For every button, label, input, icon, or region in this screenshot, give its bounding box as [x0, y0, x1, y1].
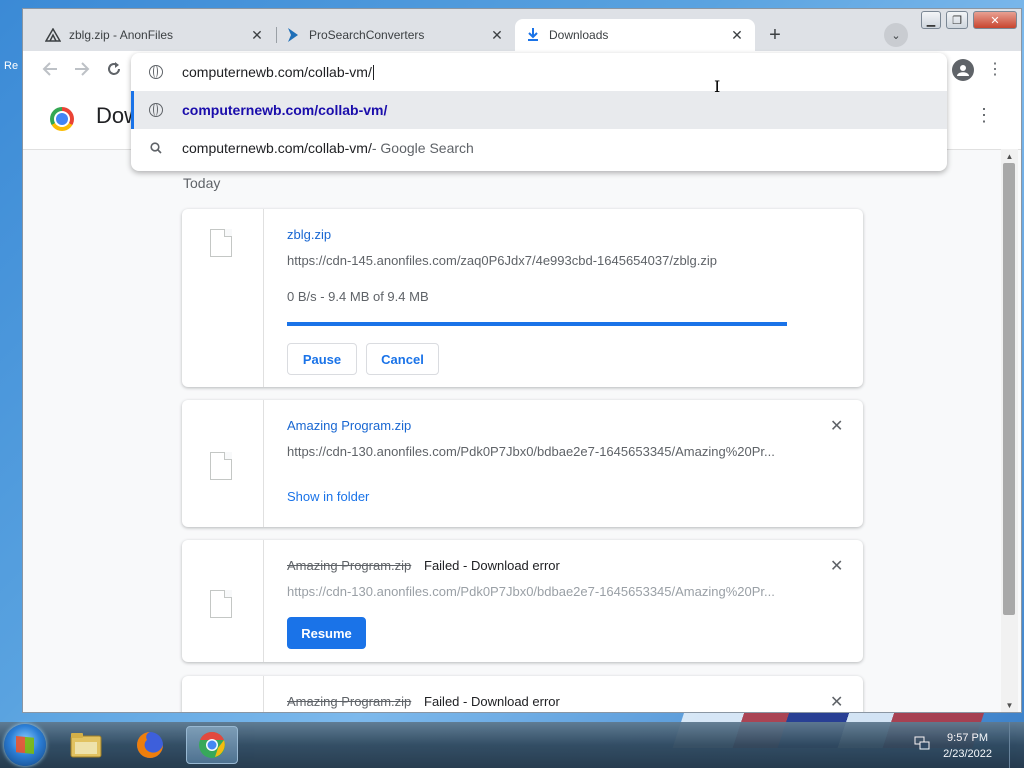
search-icon	[148, 140, 164, 156]
pause-button[interactable]: Pause	[287, 343, 357, 375]
prosearch-icon	[285, 27, 301, 43]
globe-icon	[148, 102, 164, 118]
download-progress-text: 0 B/s - 9.4 MB of 9.4 MB	[287, 289, 429, 304]
maximize-button[interactable]: ❐	[946, 11, 968, 29]
cancel-button[interactable]: Cancel	[366, 343, 439, 375]
new-tab-button[interactable]: +	[763, 23, 787, 47]
chrome-window: zblg.zip - AnonFiles ✕ ProSearchConverte…	[22, 8, 1022, 713]
resume-button[interactable]: Resume	[287, 617, 366, 649]
download-status: Failed - Download error	[424, 558, 560, 573]
chrome-icon[interactable]	[186, 726, 238, 764]
close-icon[interactable]: ✕	[249, 27, 265, 43]
tab-downloads[interactable]: Downloads ✕	[515, 19, 755, 51]
back-button[interactable]	[40, 59, 60, 79]
tab-anonfiles[interactable]: zblg.zip - AnonFiles ✕	[35, 19, 275, 51]
tab-title: ProSearchConverters	[309, 28, 425, 42]
explorer-icon[interactable]	[60, 726, 112, 764]
page-menu-button[interactable]: ⋮	[975, 105, 993, 126]
scroll-up-arrow-icon[interactable]: ▲	[1001, 149, 1018, 163]
download-url: https://cdn-130.anonfiles.com/Pdk0P7Jbx0…	[287, 584, 775, 599]
tab-strip: zblg.zip - AnonFiles ✕ ProSearchConverte…	[23, 9, 1021, 51]
download-filename-link[interactable]: zblg.zip	[287, 227, 331, 242]
omnibox-dropdown: computernewb.com/collab-vm/ computernewb…	[131, 53, 947, 171]
download-progress-bar	[287, 322, 787, 326]
download-filename: Amazing Program.zip	[287, 694, 412, 709]
taskbar: 9:57 PM 2/23/2022	[0, 722, 1024, 768]
suggestion-suffix: - Google Search	[371, 140, 474, 156]
forward-button[interactable]	[72, 59, 92, 79]
remove-from-list-icon[interactable]: ✕	[830, 556, 843, 576]
close-window-button[interactable]: ✕	[973, 11, 1017, 29]
globe-icon	[148, 64, 164, 80]
download-item: zblg.zip https://cdn-145.anonfiles.com/z…	[182, 209, 863, 387]
suggestion-text: computernewb.com/collab-vm/	[182, 102, 388, 118]
remove-from-list-icon[interactable]: ✕	[830, 416, 843, 436]
chrome-menu-button[interactable]: ⋮	[987, 59, 1003, 79]
clock-date: 2/23/2022	[943, 748, 992, 760]
tab-title: zblg.zip - AnonFiles	[69, 28, 174, 42]
tab-search-button[interactable]: ⌄	[884, 23, 908, 47]
tab-prosearch[interactable]: ProSearchConverters ✕	[275, 19, 515, 51]
scrollbar-thumb[interactable]	[1003, 163, 1015, 615]
reload-button[interactable]	[104, 59, 124, 79]
suggestion-text: computernewb.com/collab-vm/	[182, 140, 372, 156]
download-url-link[interactable]: https://cdn-145.anonfiles.com/zaq0P6Jdx7…	[287, 253, 787, 268]
close-icon[interactable]: ✕	[729, 27, 745, 43]
text-cursor-icon: I	[714, 77, 721, 96]
page-scrollbar[interactable]: ▲ ▼	[1001, 149, 1018, 712]
section-label: Today	[183, 175, 221, 191]
download-filename: Amazing Program.zip	[287, 558, 412, 573]
download-status: Failed - Download error	[424, 694, 560, 709]
start-button[interactable]	[4, 724, 46, 766]
desktop-text: Re	[4, 60, 19, 72]
anonfiles-icon	[45, 27, 61, 43]
scroll-down-arrow-icon[interactable]: ▼	[1001, 698, 1018, 712]
profile-avatar-button[interactable]	[952, 59, 974, 81]
tab-title: Downloads	[549, 28, 609, 42]
show-desktop-button[interactable]	[1009, 722, 1024, 768]
omnibox-input[interactable]: computernewb.com/collab-vm/	[131, 53, 947, 91]
show-in-folder-link[interactable]: Show in folder	[287, 489, 369, 504]
clock-time: 9:57 PM	[947, 732, 989, 744]
chrome-logo-icon	[50, 107, 74, 131]
system-clock[interactable]: 9:57 PM 2/23/2022	[943, 730, 992, 762]
file-icon	[210, 590, 232, 618]
file-icon	[210, 229, 232, 257]
download-item: Amazing Program.zip Failed - Download er…	[182, 540, 863, 662]
text-caret	[372, 64, 374, 80]
network-icon[interactable]	[914, 736, 930, 750]
progress-fill	[287, 322, 787, 326]
suggestion-item[interactable]: computernewb.com/collab-vm/	[131, 91, 947, 129]
download-url-link[interactable]: https://cdn-130.anonfiles.com/Pdk0P7Jbx0…	[287, 444, 787, 459]
download-filename-link[interactable]: Amazing Program.zip	[287, 418, 411, 433]
downloads-page: Downloads ⋮ Today zblg.zip https://cdn-1…	[23, 87, 1021, 712]
close-icon[interactable]: ✕	[489, 27, 505, 43]
download-item: Amazing Program.zip Failed - Download er…	[182, 676, 863, 712]
minimize-button[interactable]: ▁	[921, 11, 941, 29]
remove-from-list-icon[interactable]: ✕	[830, 692, 843, 712]
download-icon	[525, 27, 541, 43]
download-item: Amazing Program.zip https://cdn-130.anon…	[182, 400, 863, 527]
suggestion-item[interactable]: computernewb.com/collab-vm/ - Google Sea…	[131, 129, 947, 167]
firefox-icon[interactable]	[124, 726, 176, 764]
file-icon	[210, 452, 232, 480]
omnibox-text: computernewb.com/collab-vm/	[182, 64, 372, 80]
